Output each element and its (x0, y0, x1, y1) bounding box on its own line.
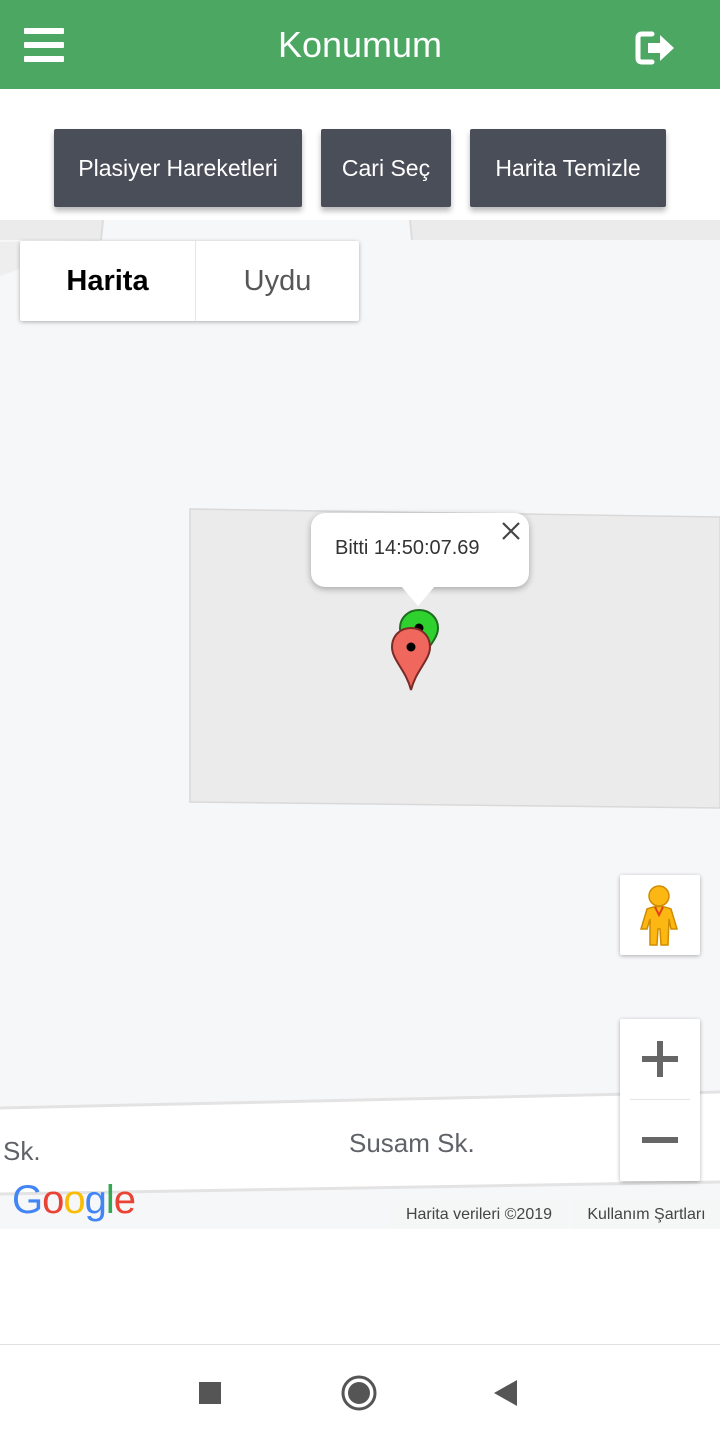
google-logo-letter: g (84, 1178, 107, 1222)
zoom-control (620, 1019, 700, 1181)
app-bar: Konumum (0, 0, 720, 89)
map-view[interactable]: Harita Uydu Bitti 14:50:07.69 Sk. Susam … (0, 220, 720, 1229)
map-type-harita-button[interactable]: Harita (20, 241, 196, 321)
map-type-uydu-button[interactable]: Uydu (196, 241, 359, 321)
map-data-attribution: Harita verileri ©2019 (390, 1201, 568, 1229)
google-logo-letter: e (113, 1178, 136, 1222)
street-label-left: Sk. (3, 1136, 41, 1166)
system-navigation-bar (0, 1344, 720, 1440)
recents-square-icon[interactable] (186, 1369, 234, 1417)
terms-of-use-link[interactable]: Kullanım Şartları (573, 1201, 720, 1229)
zoom-in-button[interactable] (620, 1019, 700, 1099)
map-type-control: Harita Uydu (20, 241, 359, 321)
back-triangle-icon[interactable] (482, 1369, 530, 1417)
close-icon[interactable] (499, 519, 523, 543)
google-logo-letter: l (105, 1178, 115, 1222)
harita-temizle-button[interactable]: Harita Temizle (470, 129, 666, 207)
page-title: Konumum (277, 24, 443, 65)
logout-icon[interactable] (632, 26, 680, 70)
info-window-text: Bitti 14:50:07.69 (335, 537, 480, 559)
red-map-marker[interactable] (390, 626, 432, 697)
map-tiles (0, 220, 720, 1196)
home-circle-icon[interactable] (335, 1369, 383, 1417)
info-window-tail (401, 586, 435, 606)
google-logo: Google (12, 1178, 136, 1223)
google-logo-letter: o (63, 1178, 85, 1222)
cari-sec-button[interactable]: Cari Seç (321, 129, 451, 207)
plasiyer-hareketleri-button[interactable]: Plasiyer Hareketleri (54, 129, 302, 207)
google-logo-letter: G (12, 1178, 43, 1222)
street-view-pegman-icon[interactable] (620, 875, 700, 955)
google-logo-letter: o (42, 1178, 64, 1222)
marker-info-window: Bitti 14:50:07.69 (311, 513, 529, 606)
street-label-susam: Susam Sk. (349, 1128, 475, 1158)
zoom-out-button[interactable] (620, 1100, 700, 1180)
